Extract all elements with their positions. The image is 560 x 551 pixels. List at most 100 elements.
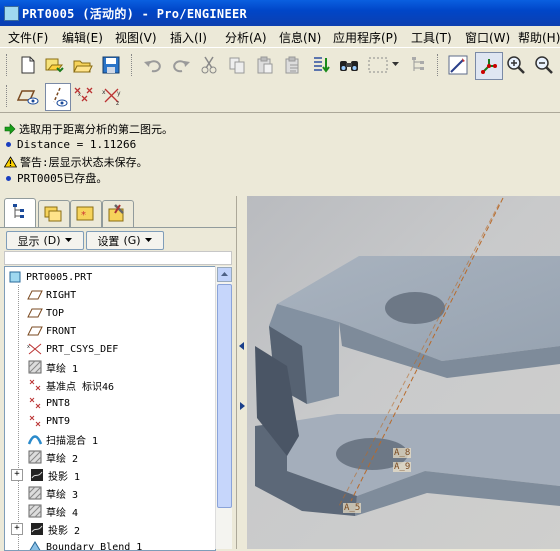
tree-item[interactable]: + 投影 1 [11,466,216,484]
orient-icon[interactable] [475,52,503,80]
window-title: PRT0005 (活动的) - Pro/ENGINEER [22,5,247,22]
tree-connector [18,285,19,550]
tree-item[interactable]: 基准点 标识46 [27,376,216,394]
tools-icon [103,201,131,225]
menu-window[interactable]: 窗口(W) [465,29,510,46]
find-icon[interactable] [338,54,360,76]
boundary-blend-icon [27,540,43,551]
menu-bar: 文件(F) 编辑(E) 视图(V) 插入(I) 分析(A) 信息(N) 应用程序… [0,26,560,46]
tree-scrollbar[interactable] [215,266,232,549]
tree-item[interactable]: TOP [27,304,216,322]
tree-item-label: FRONT [46,326,76,337]
repaint-icon[interactable] [447,54,469,76]
save-icon[interactable] [100,54,122,76]
sketch-icon [27,450,43,464]
part-icon [7,270,23,284]
tree-item-label: RIGHT [46,290,76,301]
tree-item[interactable]: 扫描混合 1 [27,430,216,448]
menu-edit[interactable]: 编辑(E) [62,29,103,46]
paste-special-icon[interactable] [282,54,304,76]
toolbar-grip[interactable] [6,54,10,76]
tree-item[interactable]: RIGHT [27,286,216,304]
menu-info[interactable]: 信息(N) [279,29,321,46]
app-icon [4,6,19,21]
datum-axis-label[interactable]: A_8 [393,448,411,458]
model-tree-icon[interactable] [407,54,429,76]
settings-shortcut: (G) [123,234,140,247]
menu-file[interactable]: 文件(F) [8,29,48,46]
copy-icon[interactable] [226,54,248,76]
tree-item[interactable]: + 投影 2 [11,520,216,538]
toolbar-grip[interactable] [6,85,10,107]
sketch-icon [27,486,43,500]
datum-plane-display-icon[interactable] [17,85,39,107]
expand-toggle[interactable]: + [11,469,23,481]
datum-axis-label[interactable]: A_5 [343,503,361,513]
datum-axis-label[interactable]: A_9 [393,462,411,472]
tree-item[interactable]: 草绘 1 [27,358,216,376]
toolbar-grip[interactable] [437,54,441,76]
csys-icon: x [27,342,43,356]
menu-applications[interactable]: 应用程序(P) [333,29,398,46]
zoom-in-icon[interactable] [505,54,527,76]
graphics-window[interactable]: A_8 A_9 A_5 [247,196,560,549]
chevron-down-icon[interactable] [392,54,400,76]
zoom-out-icon[interactable] [533,54,555,76]
undo-icon[interactable] [142,54,164,76]
regenerate-icon[interactable] [310,54,332,76]
menu-insert[interactable]: 插入(I) [170,29,207,46]
tab-folder-browser[interactable] [38,200,70,227]
tree-item[interactable]: x PRT_CSYS_DEF [27,340,216,358]
show-dropdown[interactable]: 显示(D) [6,231,84,250]
folder-icon [39,201,67,225]
menu-help[interactable]: 帮助(H) [518,29,560,46]
collapse-left-icon[interactable] [239,342,245,350]
sketch-icon [27,504,43,518]
message-text: 警告:层显示状态未保存。 [20,154,148,170]
title-bar: PRT0005 (活动的) - Pro/ENGINEER [0,0,560,26]
chevron-down-icon [65,238,73,244]
expand-right-icon[interactable] [240,402,246,410]
cut-icon[interactable] [198,54,220,76]
select-box-icon[interactable] [366,54,390,76]
tree-item[interactable]: 草绘 2 [27,448,216,466]
model-tree-icon [5,199,33,225]
toolbar-grip[interactable] [131,54,135,76]
settings-dropdown[interactable]: 设置(G) [86,231,164,250]
open-icon[interactable] [72,54,94,76]
coordinate-system-display-icon[interactable]: xzy [101,85,123,107]
scroll-thumb[interactable] [217,284,232,508]
tree-item-label: TOP [46,308,64,319]
tree-item-label: Boundary Blend 1 [46,542,142,551]
datum-plane-icon [27,324,43,338]
menu-analysis[interactable]: 分析(A) [225,29,267,46]
tree-item[interactable]: PNT8 [27,394,216,412]
tab-tools[interactable] [102,200,134,227]
menu-view[interactable]: 视图(V) [115,29,157,46]
datum-point-display-icon[interactable]: x [73,85,95,107]
tree-item[interactable]: 草绘 3 [27,484,216,502]
scroll-up-button[interactable] [217,267,232,282]
tree-item[interactable]: Boundary Blend 1 [27,538,216,551]
tree-item[interactable]: FRONT [27,322,216,340]
tree-item-label: PRT0005.PRT [26,272,92,283]
datum-display-toolbar: x xzy [0,81,560,111]
open-folder-icon[interactable] [43,54,65,76]
model-tree: PRT0005.PRT RIGHT TOP FRONT x PRT_CSYS_D… [4,266,216,551]
show-shortcut: (D) [43,234,60,247]
paste-icon[interactable] [254,54,276,76]
swept-blend-icon [27,432,43,446]
tab-favorites[interactable]: * [70,200,102,227]
menu-tools[interactable]: 工具(T) [411,29,452,46]
datum-axis-display-icon[interactable] [45,83,71,111]
tree-item[interactable]: PNT9 [27,412,216,430]
tree-item-part[interactable]: PRT0005.PRT [7,268,213,286]
favorites-icon: * [71,201,99,225]
expand-toggle[interactable]: + [11,523,23,535]
new-icon[interactable] [17,54,39,76]
redo-icon[interactable] [170,54,192,76]
projection-icon [29,468,45,482]
warning-icon [4,156,17,168]
tab-model-tree[interactable] [4,198,36,227]
tree-item[interactable]: 草绘 4 [27,502,216,520]
